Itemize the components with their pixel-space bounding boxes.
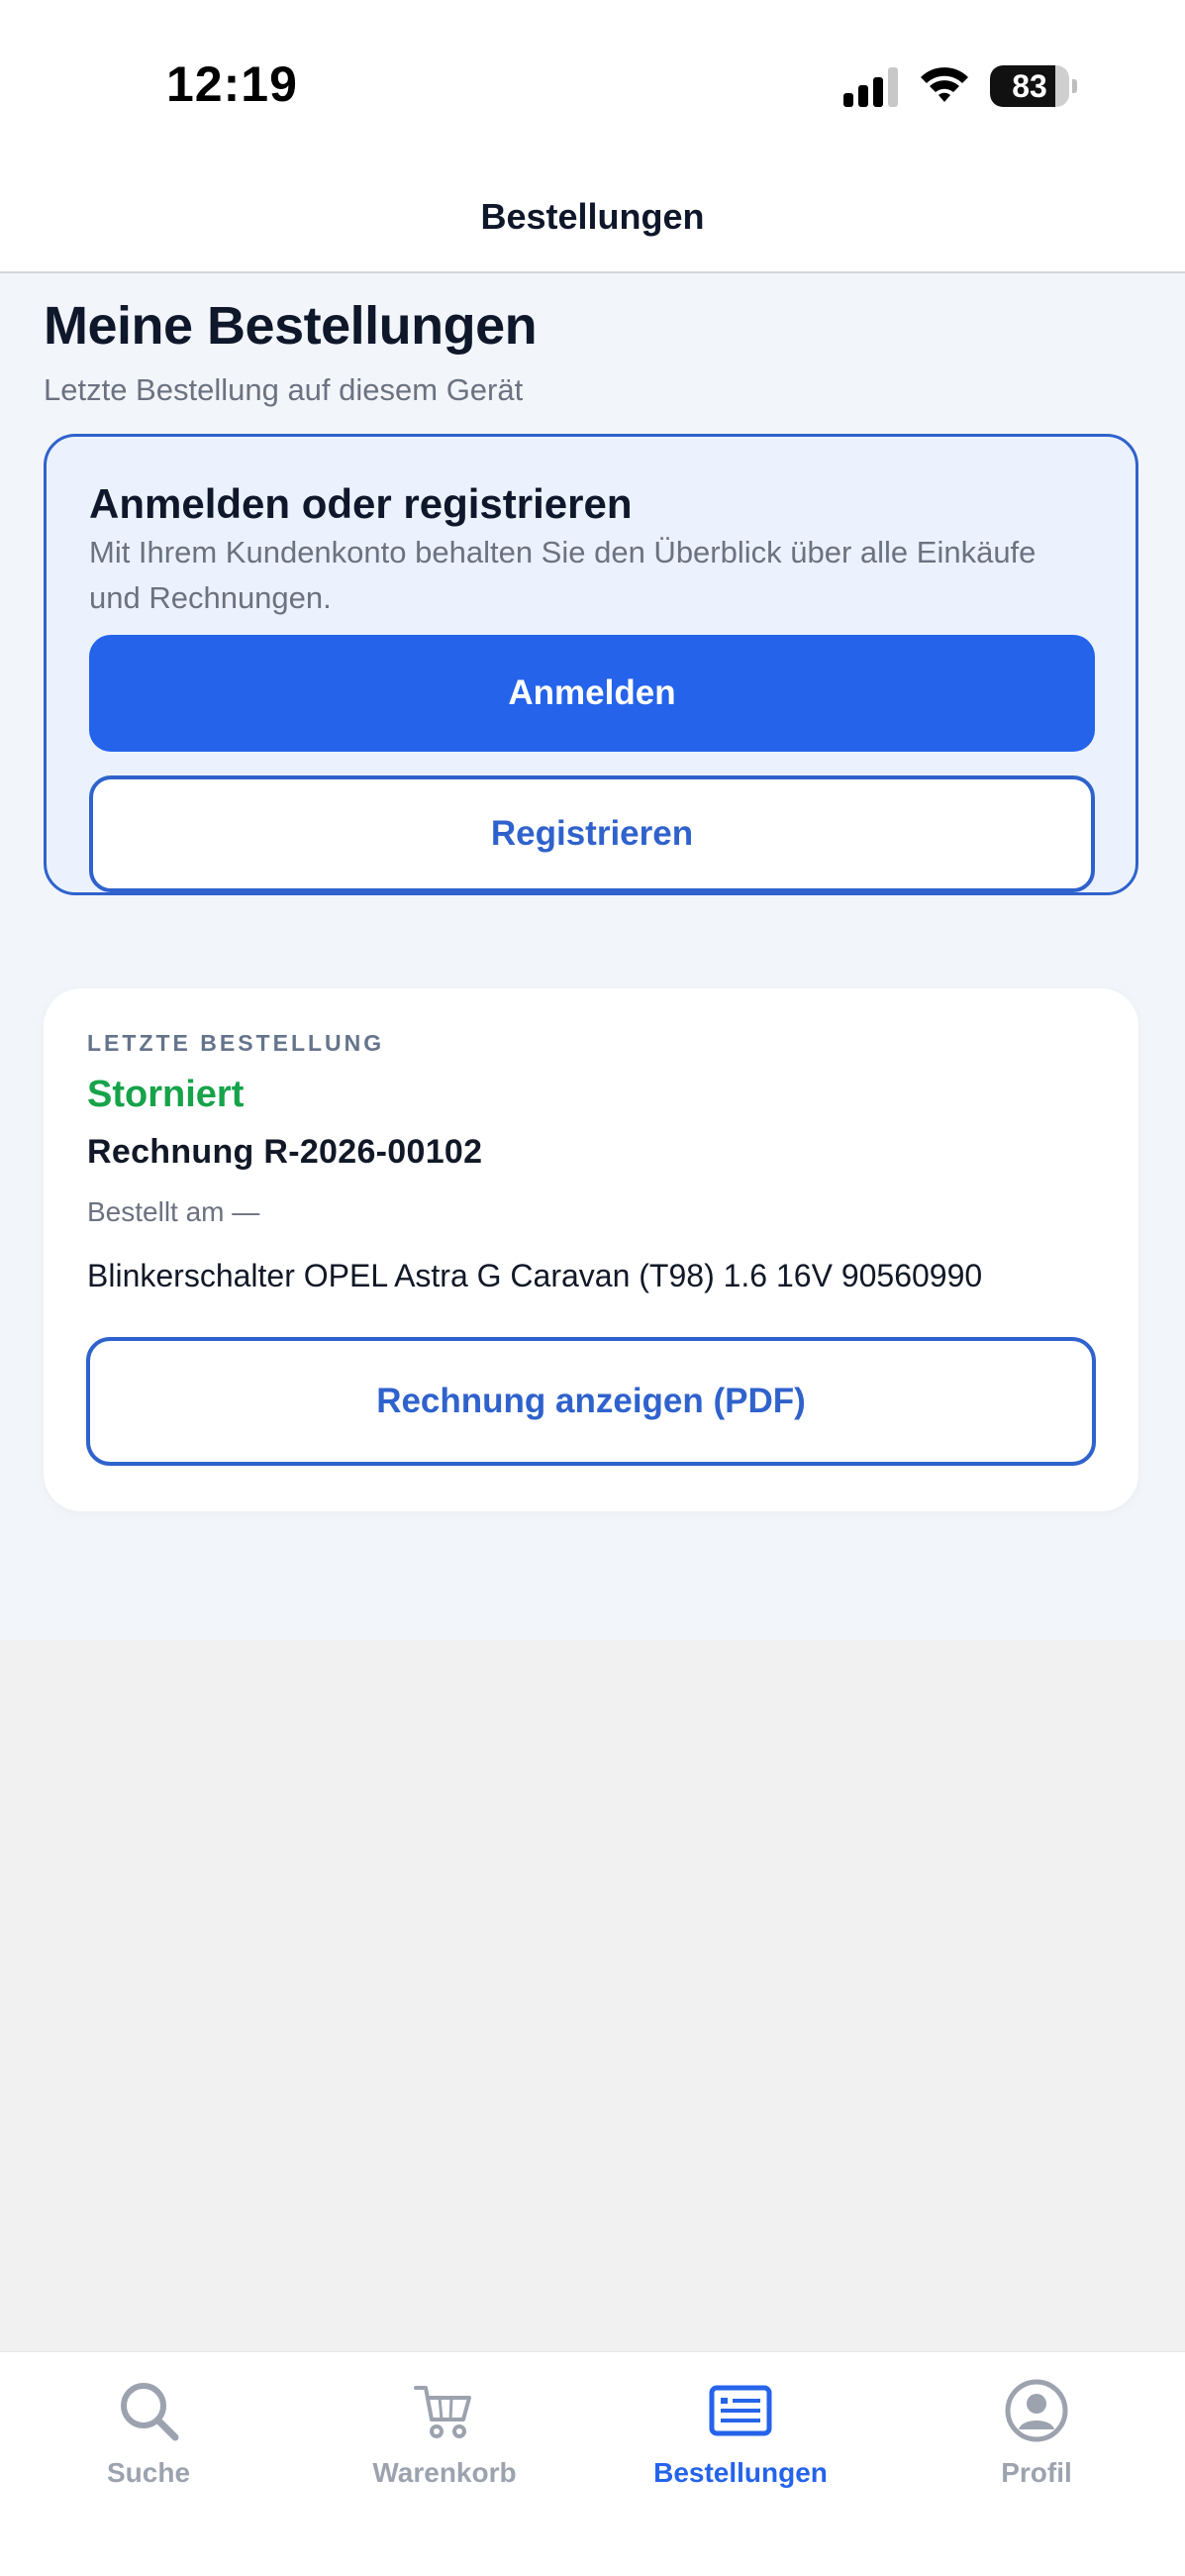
- tab-profile-label: Profil: [1001, 2457, 1072, 2488]
- login-card: Anmelden oder registrieren Mit Ihrem Kun…: [44, 434, 1138, 895]
- view-invoice-pdf-button[interactable]: Rechnung anzeigen (PDF): [86, 1337, 1096, 1466]
- login-card-description: Mit Ihrem Kundenkonto behalten Sie den Ü…: [89, 535, 1037, 615]
- nav-title: Bestellungen: [480, 196, 705, 237]
- order-card-eyebrow: LETZTE BESTELLUNG: [87, 1030, 385, 1056]
- tab-orders[interactable]: Bestellungen: [592, 2352, 889, 2501]
- tab-profile[interactable]: Profil: [888, 2352, 1185, 2501]
- wifi-icon: [921, 67, 968, 102]
- profile-icon: [1005, 2379, 1068, 2442]
- page-title: Meine Bestellungen: [44, 296, 538, 356]
- navigation-bar: Bestellungen: [0, 149, 1185, 273]
- tab-search-label: Suche: [106, 2457, 191, 2488]
- tab-bar: Suche Warenkorb Bestellungen Profil: [0, 2351, 1185, 2576]
- cart-icon: [414, 2386, 471, 2438]
- page-subtitle: Letzte Bestellung auf diesem Gerät: [44, 372, 524, 407]
- status-bar: 12:19 83: [0, 0, 1185, 149]
- order-status: Storniert: [87, 1074, 245, 1115]
- tab-orders-label: Bestellungen: [653, 2457, 828, 2488]
- orders-icon: [709, 2385, 772, 2436]
- tab-cart[interactable]: Warenkorb: [296, 2352, 593, 2501]
- login-card-heading: Anmelden oder registrieren: [89, 480, 633, 527]
- battery-icon: 83: [990, 65, 1079, 107]
- product-name: Blinkerschalter OPEL Astra G Caravan (T9…: [87, 1258, 983, 1293]
- order-date: Bestellt am —: [87, 1196, 260, 1227]
- login-button[interactable]: Anmelden: [89, 635, 1095, 752]
- register-button[interactable]: Registrieren: [89, 775, 1095, 892]
- status-time: 12:19: [166, 56, 298, 112]
- cellular-signal-icon: [843, 67, 898, 107]
- last-order-card: LETZTE BESTELLUNG Storniert Rechnung R-2…: [44, 988, 1138, 1511]
- tab-search[interactable]: Suche: [0, 2352, 297, 2501]
- orders-content: Meine Bestellungen Letzte Bestellung auf…: [0, 273, 1185, 1640]
- tab-cart-label: Warenkorb: [372, 2457, 517, 2488]
- search-icon: [121, 2383, 179, 2441]
- battery-percent: 83: [1012, 68, 1047, 104]
- invoice-number: Rechnung R-2026-00102: [87, 1133, 483, 1171]
